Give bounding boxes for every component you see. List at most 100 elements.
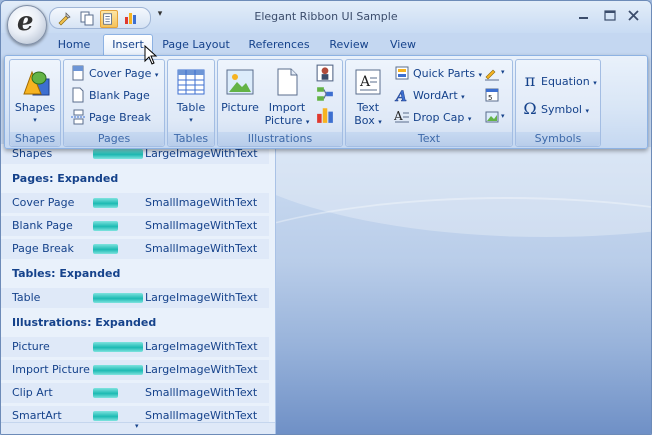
shapes-label: Shapes xyxy=(14,101,56,114)
group-tables: Table ▾ Tables xyxy=(167,59,215,147)
section-header: Pages: Expanded xyxy=(12,172,119,185)
symbol-dropdown-icon: ▾ xyxy=(585,107,589,115)
import-picture-label-1: Import xyxy=(268,101,306,114)
maximize-icon[interactable] xyxy=(599,7,621,25)
list-item-name: Cover Page xyxy=(12,196,75,209)
size-bar xyxy=(93,221,118,231)
title-bar: ▾ Elegant Ribbon UI Sample xyxy=(1,1,651,33)
blank-page-label: Blank Page xyxy=(89,89,150,102)
drop-cap-button[interactable]: A Drop Cap ▾ xyxy=(394,108,471,128)
svg-text:A: A xyxy=(394,109,403,123)
quick-parts-icon xyxy=(395,66,409,80)
document-background xyxy=(276,147,651,434)
date-time-icon[interactable]: 5 xyxy=(484,87,500,103)
import-picture-label-2: Picture ▾ xyxy=(264,114,310,127)
list-item-name: Table xyxy=(12,291,41,304)
tab-home[interactable]: Home xyxy=(51,35,97,55)
group-symbols: π Equation ▾ Ω Symbol ▾ Symbols xyxy=(515,59,601,147)
size-bar xyxy=(93,388,118,398)
svg-text:A: A xyxy=(359,74,371,90)
table-button[interactable]: Table ▾ xyxy=(168,63,214,129)
cover-page-button[interactable]: Cover Page ▾ xyxy=(70,64,158,84)
list-item[interactable]: Import Picture LargeImageWithText xyxy=(1,360,269,380)
size-bar xyxy=(93,149,143,159)
tab-view[interactable]: View xyxy=(383,35,423,55)
list-item-size: SmallImageWithText xyxy=(145,242,258,255)
insert-object-icon[interactable] xyxy=(484,109,500,125)
signature-line-icon[interactable] xyxy=(484,65,500,81)
window-title: Elegant Ribbon UI Sample xyxy=(254,10,398,23)
quick-parts-dropdown-icon: ▾ xyxy=(478,71,483,79)
list-item[interactable]: Table LargeImageWithText xyxy=(1,288,269,308)
list-item-name: Import Picture xyxy=(12,363,90,376)
picture-label: Picture xyxy=(221,101,259,114)
smartart-icon[interactable] xyxy=(316,85,334,103)
page-break-label: Page Break xyxy=(89,111,151,124)
mouse-cursor-icon xyxy=(144,45,158,65)
size-bar xyxy=(93,198,118,208)
wordart-label: WordArt xyxy=(413,89,458,102)
size-bar xyxy=(93,365,143,375)
clip-art-icon[interactable] xyxy=(316,64,334,82)
quick-parts-label: Quick Parts xyxy=(413,67,476,80)
list-item[interactable]: Clip Art SmallImageWithText xyxy=(1,383,269,403)
app-window: ▾ Elegant Ribbon UI Sample e Home Insert… xyxy=(0,0,652,435)
text-box-button[interactable]: A Text Box ▾ xyxy=(348,63,388,129)
tab-review[interactable]: Review xyxy=(323,35,375,55)
application-menu-button[interactable]: e xyxy=(7,5,47,45)
list-scroll-down[interactable]: ▾ xyxy=(1,422,275,434)
group-text: A Text Box ▾ Quick Parts ▾ A WordArt ▾ AD… xyxy=(345,59,513,147)
tab-references[interactable]: References xyxy=(243,35,315,55)
import-picture-icon xyxy=(277,68,298,96)
symbol-label: Symbol xyxy=(541,103,582,116)
svg-text:A: A xyxy=(394,89,407,103)
table-dropdown-icon: ▾ xyxy=(189,116,193,124)
list-item[interactable]: Cover Page SmallImageWithText xyxy=(1,193,269,213)
content-area: Shapes LargeImageWithText Pages: Expanded… xyxy=(1,144,651,434)
list-item-name: Picture xyxy=(12,340,50,353)
table-icon xyxy=(177,69,205,95)
group-label-pages: Pages xyxy=(64,132,164,146)
size-bar xyxy=(93,411,118,421)
app-logo: e xyxy=(17,7,34,37)
list-item-size: LargeImageWithText xyxy=(145,363,258,376)
object-dropdown-icon[interactable]: ▾ xyxy=(501,112,505,120)
list-item[interactable]: Page Break SmallImageWithText xyxy=(1,239,269,259)
wordart-dropdown-icon: ▾ xyxy=(461,93,465,101)
equation-button[interactable]: π Equation ▾ xyxy=(522,72,597,92)
page-break-button[interactable]: Page Break xyxy=(70,108,151,128)
size-bar xyxy=(93,293,143,303)
group-label-illustrations: Illustrations xyxy=(218,132,342,146)
size-bar xyxy=(93,244,118,254)
list-item-name: Clip Art xyxy=(12,386,53,399)
drop-cap-icon: A xyxy=(394,109,409,123)
list-item-size: SmallImageWithText xyxy=(145,196,258,209)
drop-cap-dropdown-icon: ▾ xyxy=(467,115,472,123)
background-wave xyxy=(276,197,651,399)
close-icon[interactable] xyxy=(623,7,645,25)
wordart-button[interactable]: A WordArt ▾ xyxy=(394,86,465,106)
list-item-name: Page Break xyxy=(12,242,74,255)
signature-dropdown-icon[interactable]: ▾ xyxy=(501,68,505,76)
cover-page-icon xyxy=(72,65,84,81)
tab-page-layout[interactable]: Page Layout xyxy=(159,35,233,55)
group-pages: Cover Page ▾ Blank Page Page Break Pages xyxy=(63,59,165,147)
scroll-down-arrow-icon: ▾ xyxy=(135,422,139,430)
section-header: Illustrations: Expanded xyxy=(12,316,157,329)
quick-parts-button[interactable]: Quick Parts ▾ xyxy=(394,64,482,84)
omega-icon: Ω xyxy=(523,99,537,118)
wordart-icon: A xyxy=(394,89,407,103)
minimize-icon[interactable] xyxy=(573,7,595,25)
list-item[interactable]: Picture LargeImageWithText xyxy=(1,337,269,357)
blank-page-icon xyxy=(72,87,84,103)
equation-label: Equation xyxy=(541,75,590,88)
cover-page-label: Cover Page xyxy=(89,67,152,80)
shapes-button[interactable]: Shapes ▾ xyxy=(10,63,60,129)
picture-button[interactable]: Picture xyxy=(220,63,260,129)
blank-page-button[interactable]: Blank Page xyxy=(70,86,150,106)
layout-list-panel[interactable]: Shapes LargeImageWithText Pages: Expanded… xyxy=(1,144,276,434)
symbol-button[interactable]: Ω Symbol ▾ xyxy=(522,100,589,120)
list-item[interactable]: Blank Page SmallImageWithText xyxy=(1,216,269,236)
import-picture-button[interactable]: Import Picture ▾ xyxy=(264,63,310,129)
insert-chart-icon[interactable] xyxy=(316,106,334,124)
